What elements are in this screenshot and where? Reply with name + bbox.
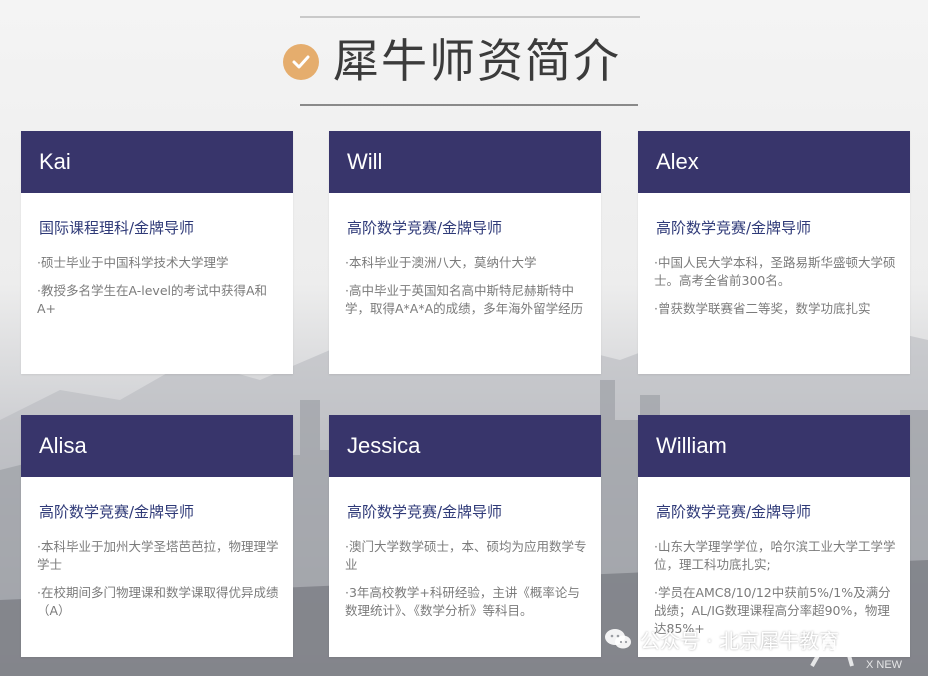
- rhino-logo-icon: X NEW: [810, 633, 903, 671]
- teacher-bullet: ·教授多名学生在A-level的考试中获得A和A+: [37, 283, 268, 316]
- teacher-bullet: ·曾获数学联赛省二等奖，数学功底扎实: [654, 301, 871, 316]
- teacher-name: Will: [329, 131, 601, 193]
- teacher-bullet: ·本科毕业于加州大学圣塔芭芭拉，物理理学学士: [37, 539, 279, 572]
- teacher-role: 国际课程理科/金牌导师: [39, 219, 195, 237]
- teacher-bullet: ·硕士毕业于中国科学技术大学理学: [37, 255, 229, 270]
- teacher-bullet: ·山东大学理学学位，哈尔滨工业大学工学学位，理工科功底扎实;: [654, 539, 896, 572]
- wechat-icon: [605, 629, 631, 649]
- wechat-watermark: 公众号 · 北京犀牛教育: [604, 622, 839, 656]
- teacher-bullet: ·中国人民大学本科，圣路易斯华盛顿大学硕士。高考全省前300名。: [654, 255, 896, 288]
- teacher-card-william: William 高阶数学竞赛/金牌导师 ·山东大学理学学位，哈尔滨工业大学工学学…: [638, 415, 910, 657]
- teacher-role: 高阶数学竞赛/金牌导师: [656, 219, 812, 237]
- teacher-name: Alisa: [21, 415, 293, 477]
- teacher-name: Kai: [21, 131, 293, 193]
- teacher-name: William: [638, 415, 910, 477]
- teacher-role: 高阶数学竞赛/金牌导师: [347, 503, 503, 521]
- title-divider-bottom: [300, 104, 638, 106]
- logo-text: X NEW: [866, 659, 903, 671]
- teacher-role: 高阶数学竞赛/金牌导师: [39, 503, 195, 521]
- teacher-bullet: ·3年高校教学+科研经验，主讲《概率论与数理统计》、《数学分析》等科目。: [345, 585, 580, 618]
- teacher-role: 高阶数学竞赛/金牌导师: [656, 503, 812, 521]
- teacher-bullet: ·澳门大学数学硕士，本、硕均为应用数学专业: [345, 539, 587, 572]
- teacher-card-will: Will 高阶数学竞赛/金牌导师 ·本科毕业于澳洲八大，莫纳什大学 ·高中毕业于…: [329, 131, 601, 374]
- teacher-card-jessica: Jessica 高阶数学竞赛/金牌导师 ·澳门大学数学硕士，本、硕均为应用数学专…: [329, 415, 601, 657]
- teacher-bullet: ·本科毕业于澳洲八大，莫纳什大学: [345, 255, 537, 270]
- teacher-bullet: ·高中毕业于英国知名高中斯特尼赫斯特中学，取得A*A*A的成绩，多年海外留学经历: [345, 283, 584, 316]
- title-area: 犀牛师资简介: [0, 0, 928, 120]
- title-divider-top: [300, 16, 640, 18]
- teacher-role: 高阶数学竞赛/金牌导师: [347, 219, 503, 237]
- teacher-card-kai: Kai 国际课程理科/金牌导师 ·硕士毕业于中国科学技术大学理学 ·教授多名学生…: [21, 131, 293, 374]
- teacher-name: Jessica: [329, 415, 601, 477]
- teacher-card-alex: Alex 高阶数学竞赛/金牌导师 ·中国人民大学本科，圣路易斯华盛顿大学硕士。高…: [638, 131, 910, 374]
- teacher-card-alisa: Alisa 高阶数学竞赛/金牌导师 ·本科毕业于加州大学圣塔芭芭拉，物理理学学士…: [21, 415, 293, 657]
- checkmark-icon: [283, 44, 319, 80]
- page-title: 犀牛师资简介: [333, 34, 621, 88]
- teacher-bullet: ·在校期间多门物理课和数学课取得优异成绩（A）: [37, 585, 279, 618]
- teacher-name: Alex: [638, 131, 910, 193]
